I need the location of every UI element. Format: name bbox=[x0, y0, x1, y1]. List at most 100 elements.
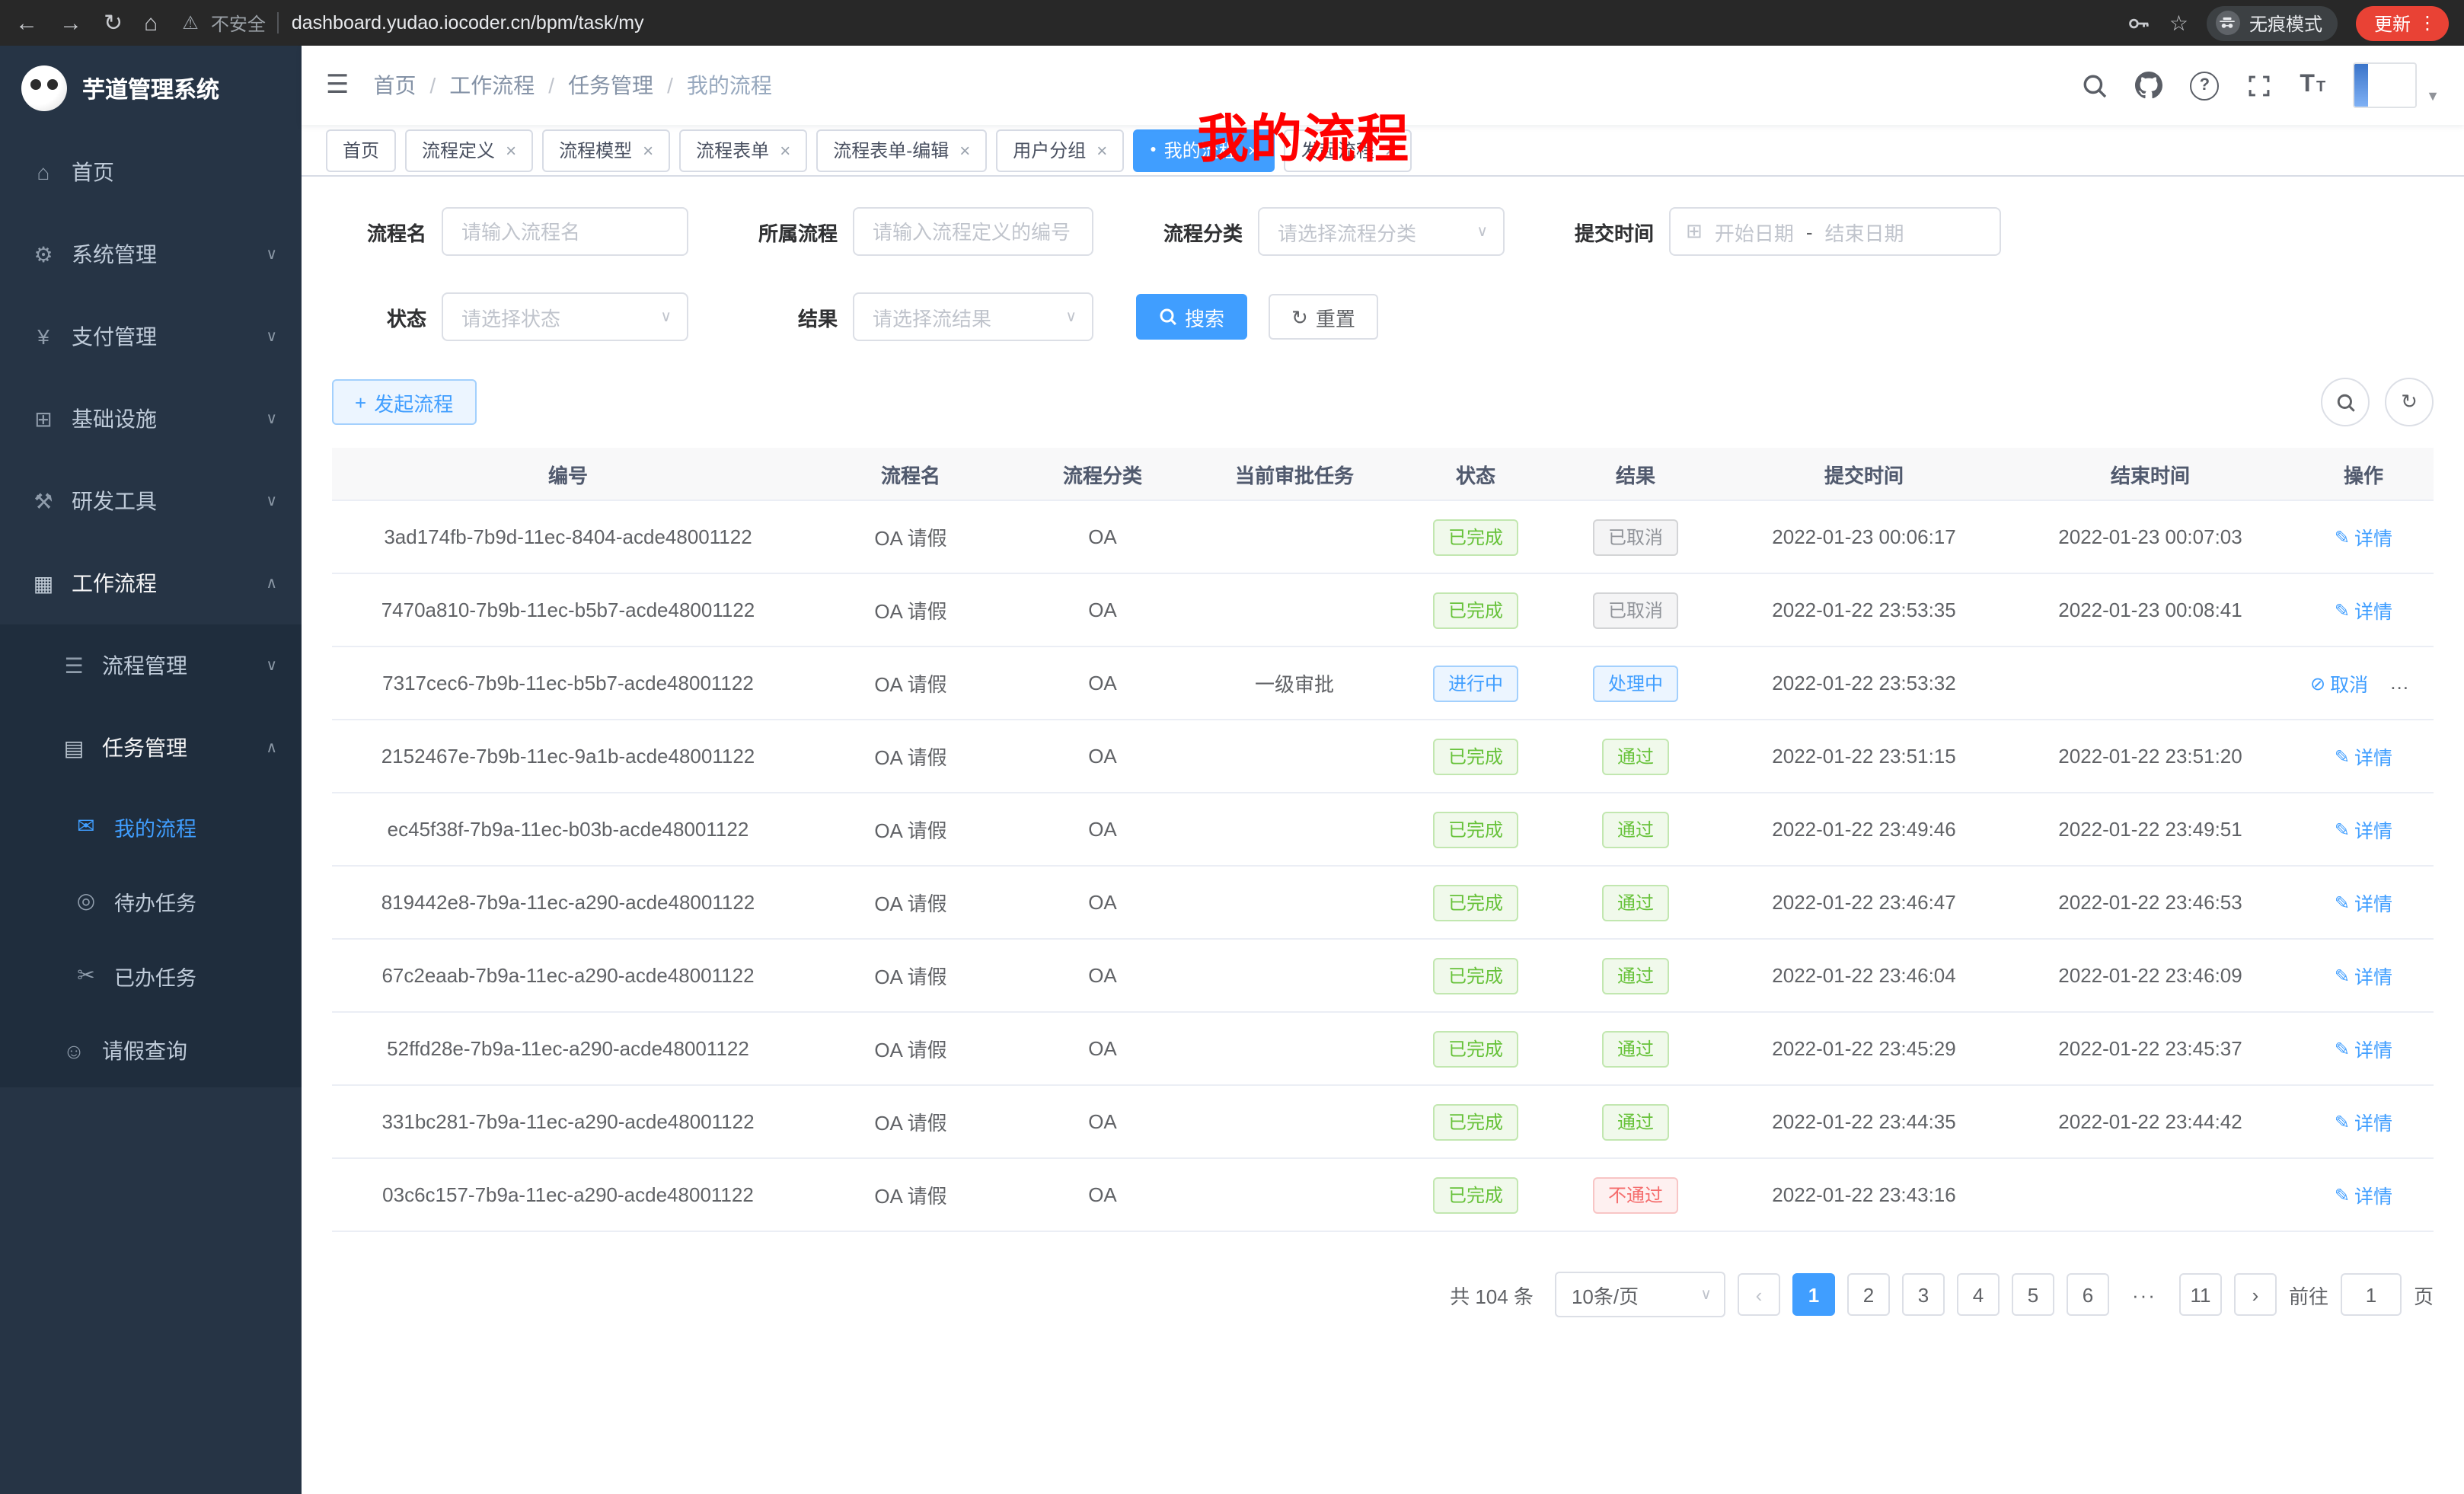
date-range-picker[interactable]: ⊞ 开始日期 - 结束日期 bbox=[1669, 207, 2001, 256]
cell-current-task[interactable] bbox=[1188, 573, 1401, 646]
page-number-button[interactable]: 4 bbox=[1957, 1273, 2000, 1316]
reset-button[interactable]: ↻ 重置 bbox=[1269, 294, 1378, 340]
result-badge: 通过 bbox=[1602, 1103, 1669, 1140]
search-button[interactable]: 搜索 bbox=[1136, 294, 1247, 340]
fullscreen-icon[interactable] bbox=[2246, 72, 2272, 98]
sidebar-item-payment[interactable]: ¥ 支付管理 ∨ bbox=[0, 295, 302, 378]
address-bar[interactable]: ⚠ 不安全 dashboard.yudao.iocoder.cn/bpm/tas… bbox=[182, 10, 2113, 36]
sidebar-item-workflow[interactable]: ▦ 工作流程 ∧ bbox=[0, 542, 302, 624]
tab-user-group[interactable]: 用户分组 × bbox=[996, 129, 1124, 171]
hamburger-icon[interactable]: ☰ bbox=[326, 70, 349, 101]
chevron-down-icon: ∨ bbox=[1700, 1286, 1712, 1303]
update-button[interactable]: 更新 ⋮ bbox=[2356, 5, 2449, 40]
breadcrumb-label: 任务管理 bbox=[568, 70, 653, 101]
close-icon[interactable]: × bbox=[1385, 139, 1396, 161]
key-icon[interactable] bbox=[2128, 11, 2151, 34]
sidebar-item-todo-tasks[interactable]: ◎ 待办任务 bbox=[0, 864, 302, 938]
category-select[interactable]: 请选择流程分类 ∨ bbox=[1258, 207, 1505, 256]
forward-icon[interactable]: → bbox=[59, 10, 82, 36]
row-action-link[interactable]: ✎详情 bbox=[2335, 742, 2392, 771]
sidebar-item-leave-query[interactable]: ☺ 请假查询 bbox=[0, 1013, 302, 1087]
breadcrumb-item[interactable]: 我的流程 / bbox=[687, 70, 772, 101]
page-size-select[interactable]: 10条/页 ∨ bbox=[1555, 1272, 1725, 1317]
row-action-link[interactable]: ✎详情 bbox=[2335, 522, 2392, 551]
close-icon[interactable]: × bbox=[643, 139, 653, 161]
result-select[interactable]: 请选择流结果 ∨ bbox=[853, 292, 1093, 341]
tab-my-process[interactable]: ● 我的流程 × bbox=[1133, 129, 1275, 171]
breadcrumb-item[interactable]: 工作流程 / bbox=[449, 70, 568, 101]
parent-process-input[interactable] bbox=[853, 207, 1093, 256]
sidebar-item-infrastructure[interactable]: ⊞ 基础设施 ∨ bbox=[0, 378, 302, 460]
cell-current-task[interactable] bbox=[1188, 500, 1401, 573]
sidebar-item-devtools[interactable]: ⚒ 研发工具 ∨ bbox=[0, 460, 302, 542]
page-number-button[interactable]: 2 bbox=[1847, 1273, 1890, 1316]
cell-current-task[interactable] bbox=[1188, 793, 1401, 866]
refresh-table-button[interactable]: ↻ bbox=[2385, 378, 2434, 426]
row-action-link[interactable]: ⊘取消 bbox=[2310, 669, 2368, 698]
search-icon[interactable] bbox=[2082, 72, 2108, 98]
sidebar-item-home[interactable]: ⌂ 首页 bbox=[0, 131, 302, 213]
tab-process-definition[interactable]: 流程定义 × bbox=[405, 129, 533, 171]
url-text[interactable]: dashboard.yudao.iocoder.cn/bpm/task/my bbox=[292, 12, 644, 34]
page-number-button[interactable]: 6 bbox=[2067, 1273, 2109, 1316]
breadcrumb-item[interactable]: 任务管理 / bbox=[568, 70, 687, 101]
close-icon[interactable]: × bbox=[1248, 139, 1259, 161]
back-icon[interactable]: ← bbox=[15, 10, 38, 36]
status-select[interactable]: 请选择状态 ∨ bbox=[442, 292, 688, 341]
row-action-link[interactable]: ✎详情 bbox=[2335, 1180, 2392, 1209]
cell-current-task[interactable]: 一级审批 bbox=[1188, 646, 1401, 720]
page-number-button[interactable]: ··· bbox=[2121, 1273, 2167, 1316]
github-icon[interactable] bbox=[2135, 72, 2162, 99]
row-action-link[interactable]: ✎详情 bbox=[2335, 1107, 2392, 1136]
avatar[interactable] bbox=[2353, 62, 2417, 108]
cell-current-task[interactable] bbox=[1188, 1012, 1401, 1085]
cell-current-task[interactable] bbox=[1188, 866, 1401, 939]
bookmark-star-icon[interactable]: ☆ bbox=[2169, 10, 2188, 36]
home-icon[interactable]: ⌂ bbox=[144, 10, 158, 36]
breadcrumb-item[interactable]: 首页 / bbox=[374, 70, 450, 101]
row-action-link[interactable]: ✎详情 bbox=[2335, 815, 2392, 844]
close-icon[interactable]: × bbox=[959, 139, 970, 161]
start-process-button[interactable]: + 发起流程 bbox=[332, 379, 476, 425]
sidebar-item-my-process[interactable]: ✉ 我的流程 bbox=[0, 789, 302, 864]
page-number-button[interactable]: 1 bbox=[1792, 1273, 1835, 1316]
page-number-button[interactable]: 11 bbox=[2179, 1273, 2222, 1316]
breadcrumb-label: 我的流程 bbox=[687, 70, 772, 101]
tab-start-process[interactable]: 发起流程 × bbox=[1285, 129, 1412, 171]
process-name-input[interactable] bbox=[442, 207, 688, 256]
tab-process-form-edit[interactable]: 流程表单-编辑 × bbox=[816, 129, 987, 171]
goto-page-input[interactable] bbox=[2341, 1273, 2402, 1316]
sidebar-item-done-tasks[interactable]: ✂ 已办任务 bbox=[0, 938, 302, 1013]
cell-current-task[interactable] bbox=[1188, 1085, 1401, 1158]
app-logo[interactable]: 芋道管理系统 bbox=[0, 46, 302, 131]
font-size-icon[interactable]: TT bbox=[2300, 72, 2325, 99]
tab-process-form[interactable]: 流程表单 × bbox=[679, 129, 807, 171]
action-icon: ✎ bbox=[2335, 1111, 2350, 1132]
browser-menu-icon[interactable]: ⋮ bbox=[2418, 12, 2437, 34]
next-page-button[interactable]: › bbox=[2234, 1273, 2277, 1316]
page-number-button[interactable]: 5 bbox=[2012, 1273, 2054, 1316]
row-action-link[interactable]: ✎详情 bbox=[2335, 961, 2392, 990]
sidebar-item-system[interactable]: ⚙ 系统管理 ∨ bbox=[0, 213, 302, 295]
close-icon[interactable]: × bbox=[780, 139, 790, 161]
row-action-link[interactable]: ✎详情 bbox=[2335, 1034, 2392, 1063]
close-icon[interactable]: × bbox=[1096, 139, 1107, 161]
cell-current-task[interactable] bbox=[1188, 1158, 1401, 1231]
row-action-link[interactable]: ✎详情 bbox=[2335, 888, 2392, 917]
sidebar-item-task-management[interactable]: ▤ 任务管理 ∧ bbox=[0, 707, 302, 789]
security-label[interactable]: 不安全 bbox=[211, 10, 266, 36]
toggle-search-button[interactable] bbox=[2321, 378, 2370, 426]
cell-current-task[interactable] bbox=[1188, 720, 1401, 793]
tab-home[interactable]: 首页 bbox=[326, 129, 396, 171]
sidebar-item-process-management[interactable]: ☰ 流程管理 ∨ bbox=[0, 624, 302, 707]
cell-submit-time: 2022-01-22 23:53:32 bbox=[1721, 646, 2007, 720]
cell-current-task[interactable] bbox=[1188, 939, 1401, 1012]
reload-icon[interactable]: ↻ bbox=[104, 9, 123, 37]
tab-process-model[interactable]: 流程模型 × bbox=[542, 129, 670, 171]
prev-page-button[interactable]: ‹ bbox=[1738, 1273, 1780, 1316]
close-icon[interactable]: × bbox=[506, 139, 516, 161]
help-icon[interactable]: ? bbox=[2190, 71, 2219, 100]
page-number-button[interactable]: 3 bbox=[1902, 1273, 1945, 1316]
user-menu[interactable]: ▼ bbox=[2353, 62, 2440, 108]
row-action-link[interactable]: ✎详情 bbox=[2335, 595, 2392, 624]
